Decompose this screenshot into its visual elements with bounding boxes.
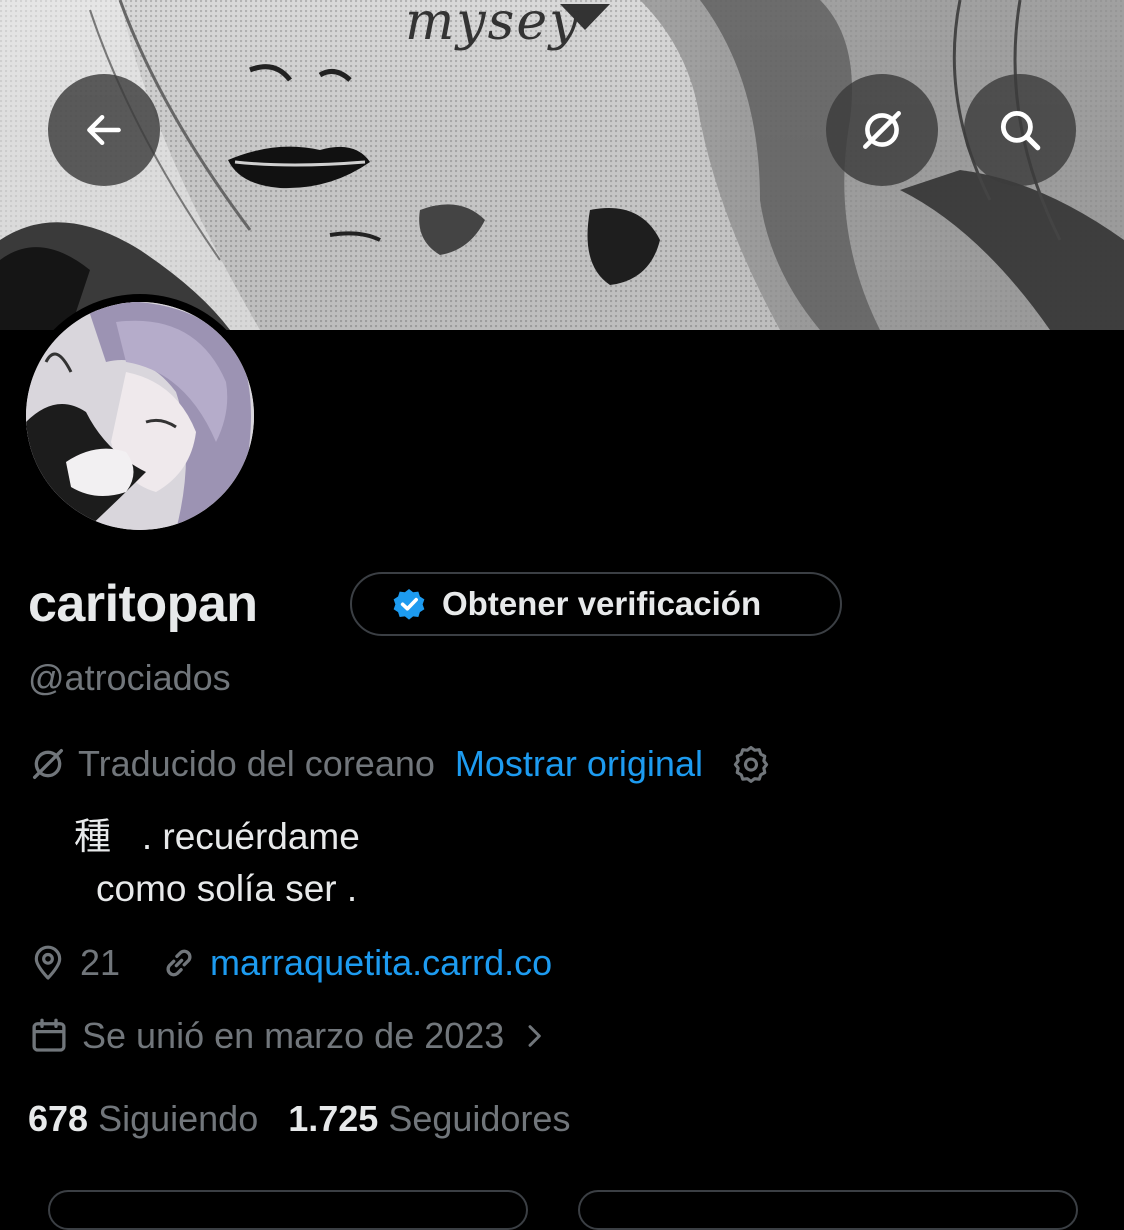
join-date-row[interactable]: Se unió en marzo de 2023 [28,1015,550,1057]
join-date-text: Se unió en marzo de 2023 [82,1015,505,1056]
translation-source-text: Traducido del coreano [78,743,435,784]
arrow-left-icon [87,114,121,146]
back-button[interactable] [48,74,160,186]
translation-settings-button[interactable] [729,742,773,786]
avatar[interactable] [18,294,262,538]
translate-icon [863,111,901,149]
verified-badge-icon [393,588,425,620]
get-verified-label: Obtener verificación [442,585,762,622]
following-link[interactable]: 678 Siguiendo [28,1098,258,1140]
avatar-image [26,302,254,530]
show-original-link[interactable]: Mostrar original [455,743,703,785]
search-icon [1000,110,1041,151]
bottom-button-right[interactable] [578,1190,1078,1230]
bio-line-2: como solía ser . [96,868,358,909]
calendar-icon [32,1018,66,1052]
translation-notice: Traducido del coreano Mostrar original [28,742,773,786]
search-button[interactable] [964,74,1076,186]
translate-button[interactable] [826,74,938,186]
gear-icon [733,745,769,783]
bottom-button-left[interactable] [48,1190,528,1230]
profile-banner[interactable]: mysey [0,0,1124,330]
location-icon [34,945,62,980]
follow-stats: 678 Siguiendo 1.725 Seguidores [28,1098,570,1140]
location-text: 21 [80,942,121,983]
translate-icon [33,749,63,779]
user-handle: @atrociados [28,657,231,698]
get-verified-button[interactable]: Obtener verificación [350,572,842,636]
website-link[interactable]: marraquetita.carrd.co [210,942,552,984]
profile-meta: 21 marraquetita.carrd.co [28,942,552,984]
followers-count: 1.725 [288,1098,379,1139]
following-count: 678 [28,1098,89,1139]
bio-line-1: 種 . recuérdame [74,816,360,857]
display-name: caritopan [28,575,258,633]
followers-label: Seguidores [388,1098,571,1139]
link-icon [166,949,192,977]
chevron-right-icon [528,1025,542,1047]
banner-text: mysey [405,0,581,52]
following-label: Siguiendo [98,1098,259,1139]
followers-link[interactable]: 1.725 Seguidores [288,1098,570,1140]
